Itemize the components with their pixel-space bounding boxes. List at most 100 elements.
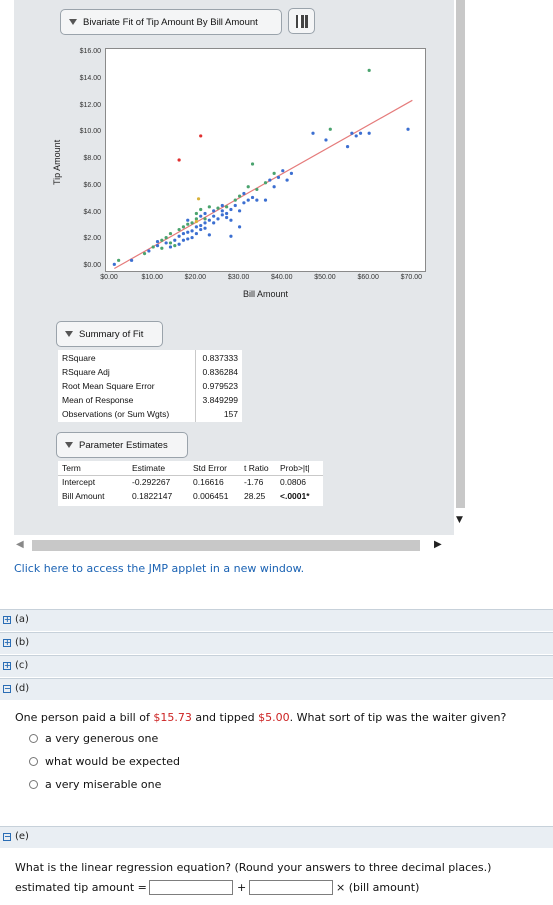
scatter-point <box>289 171 294 175</box>
param-cell: 0.1822147 <box>132 491 173 501</box>
scroll-right-icon[interactable]: ▶ <box>434 539 442 550</box>
scatter-point <box>190 235 194 240</box>
y-tick-label: $16.00 <box>79 48 101 55</box>
part-e-header[interactable]: − (e) <box>0 826 553 848</box>
part-b-header[interactable]: + (b) <box>0 632 553 654</box>
scatter-point <box>160 246 164 250</box>
scatter-point <box>272 171 276 175</box>
scatter-point <box>207 233 211 237</box>
scatter-point <box>324 138 328 142</box>
summary-label: Observations (or Sum Wgts) <box>62 409 170 419</box>
scatter-point <box>311 131 315 135</box>
vertical-scrollbar-thumb[interactable] <box>456 0 465 508</box>
scroll-left-icon[interactable]: ◀ <box>16 539 24 550</box>
scatter-point <box>216 217 220 221</box>
scatter-point <box>207 218 211 222</box>
scatter-point <box>233 203 237 208</box>
horizontal-scrollbar-thumb[interactable] <box>32 540 420 551</box>
scatter-point <box>177 234 181 238</box>
scatter-point <box>190 229 194 233</box>
summary-label: Root Mean Square Error <box>62 381 155 391</box>
param-header-cell: Std Error <box>193 463 228 473</box>
expand-icon[interactable]: + <box>3 662 11 670</box>
x-tick-label: $50.00 <box>314 274 336 281</box>
expand-icon[interactable]: + <box>3 639 11 647</box>
scatter-point <box>207 205 211 209</box>
regression-fit-line <box>114 99 413 269</box>
part-c-header[interactable]: + (c) <box>0 655 553 677</box>
hamburger-menu-icon[interactable] <box>288 8 315 34</box>
scatter-point <box>216 206 220 210</box>
scatter-point <box>196 197 201 201</box>
scatter-point <box>237 209 242 213</box>
scatter-point <box>177 227 181 232</box>
radio-button[interactable] <box>29 780 38 789</box>
scatter-point <box>354 134 358 138</box>
param-header-cell: Prob>|t| <box>280 463 310 473</box>
option-generous[interactable]: a very generous one <box>29 732 158 745</box>
scatter-point <box>173 244 177 248</box>
part-d-header[interactable]: − (d) <box>0 678 553 700</box>
scatter-point <box>199 214 203 218</box>
y-tick-label: $12.00 <box>79 101 101 109</box>
param-cell: Intercept <box>62 477 96 487</box>
scatter-point <box>225 211 229 216</box>
scatter-point <box>212 221 216 225</box>
scatter-point <box>345 145 350 149</box>
expand-icon[interactable]: + <box>3 616 11 624</box>
part-a-header[interactable]: + (a) <box>0 609 553 631</box>
scatter-point <box>225 205 229 209</box>
scatter-plot-frame <box>105 48 426 272</box>
scatter-point <box>367 131 371 135</box>
horizontal-scrollbar[interactable]: ◀ ▶ <box>14 537 454 554</box>
open-jmp-applet-link[interactable]: Click here to access the JMP applet in a… <box>14 562 304 575</box>
collapse-icon[interactable]: − <box>3 833 11 841</box>
option-label: a very generous one <box>45 732 159 745</box>
vertical-scrollbar[interactable]: ▼ <box>454 0 467 535</box>
param-header-cell: t Ratio <box>244 463 269 473</box>
scatter-point <box>194 219 198 224</box>
question-e-text: What is the linear regression equation? … <box>15 861 492 874</box>
scatter-point <box>263 198 268 202</box>
scatter-point <box>177 242 181 246</box>
scatter-point <box>268 178 272 182</box>
scatter-point <box>229 207 233 212</box>
scatter-point <box>406 127 410 131</box>
scatter-point <box>199 207 203 212</box>
scatter-point <box>186 222 190 226</box>
part-d-label: (d) <box>15 683 30 694</box>
scroll-down-icon[interactable]: ▼ <box>456 515 463 525</box>
scatter-point <box>160 238 164 242</box>
collapse-icon[interactable]: − <box>3 685 11 693</box>
radio-button[interactable] <box>29 734 38 743</box>
param-cell: -1.76 <box>244 477 264 487</box>
radio-button[interactable] <box>29 757 38 766</box>
summary-label: RSquare Adj <box>62 367 110 377</box>
param-cell: 28.25 <box>244 491 266 501</box>
summary-of-fit-outline-button[interactable]: Summary of Fit <box>56 321 163 347</box>
scatter-point <box>328 127 332 131</box>
slope-input[interactable] <box>249 880 333 895</box>
option-miserable[interactable]: a very miserable one <box>29 778 161 791</box>
scatter-point <box>225 215 229 220</box>
scatter-point <box>229 234 233 238</box>
scatter-point <box>142 252 147 256</box>
part-c-label: (c) <box>15 660 29 671</box>
scatter-point <box>220 203 224 208</box>
y-axis-title: Tip Amount <box>52 139 62 185</box>
option-expected[interactable]: what would be expected <box>29 755 180 768</box>
bivariate-fit-outline-button[interactable]: Bivariate Fit of Tip Amount By Bill Amou… <box>60 9 282 35</box>
intercept-input[interactable] <box>149 880 233 895</box>
scatter-point <box>281 169 285 173</box>
scatter-point <box>255 198 259 202</box>
scatter-point <box>155 244 160 248</box>
param-cell: 0.006451 <box>193 491 229 501</box>
scatter-point <box>181 238 186 242</box>
scatter-point <box>181 231 186 236</box>
scatter-point <box>186 218 190 222</box>
param-cell: 0.0806 <box>280 477 306 487</box>
y-tick-label: $4.00 <box>83 208 101 216</box>
parameter-estimates-outline-button[interactable]: Parameter Estimates <box>56 432 188 458</box>
scatter-point <box>117 258 121 262</box>
question-d-pre: One person paid a bill of <box>15 711 154 724</box>
